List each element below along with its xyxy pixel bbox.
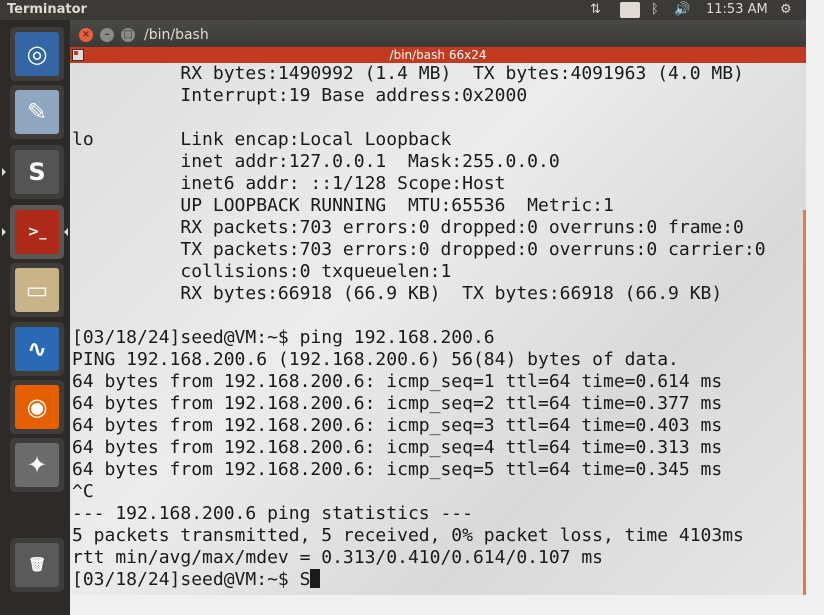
terminal-line: PING 192.168.200.6 (192.168.200.6) 56(84… xyxy=(72,349,679,370)
launcher-item[interactable]: ◉ xyxy=(10,380,64,434)
window-minimize-button[interactable]: – xyxy=(100,28,114,42)
terminal-line: Interrupt:19 Base address:0x2000 xyxy=(72,85,528,106)
terminal-line: 64 bytes from 192.168.200.6: icmp_seq=4 … xyxy=(72,437,723,458)
running-indicator xyxy=(2,228,6,236)
terminal-line: [03/18/24]seed@VM:~$ ping 192.168.200.6 xyxy=(72,327,495,348)
window-close-button[interactable]: × xyxy=(79,28,93,42)
sublime-text-icon: S xyxy=(15,150,59,194)
launcher-item[interactable]: >_ xyxy=(10,205,64,259)
launcher-item[interactable]: ▭ xyxy=(10,263,64,317)
terminal-size-title: /bin/bash 66x24 xyxy=(389,48,487,62)
launcher-item[interactable]: ∿ xyxy=(10,322,64,376)
text-cursor xyxy=(310,569,321,588)
terminal-line: 64 bytes from 192.168.200.6: icmp_seq=5 … xyxy=(72,459,723,480)
window-title: /bin/bash xyxy=(144,27,209,43)
file-manager-icon: ▭ xyxy=(15,268,59,312)
window-titlebar[interactable]: × – □ /bin/bash xyxy=(70,20,806,47)
terminal-line: --- 192.168.200.6 ping statistics --- xyxy=(72,503,473,524)
terminal-line: ^C xyxy=(72,481,94,502)
volume-icon[interactable]: 🔊 xyxy=(674,2,690,18)
active-app-title: Terminator xyxy=(7,2,87,17)
terminal-line: UP LOOPBACK RUNNING MTU:65536 Metric:1 xyxy=(72,195,614,216)
terminal-line: RX bytes:66918 (66.9 KB) TX bytes:66918 … xyxy=(72,283,723,304)
terminal-line: 64 bytes from 192.168.200.6: icmp_seq=1 … xyxy=(72,371,723,392)
terminal-line: inet addr:127.0.0.1 Mask:255.0.0.0 xyxy=(72,151,560,172)
firefox-icon: ◉ xyxy=(15,385,59,429)
launcher-item[interactable]: ✎ xyxy=(10,85,64,139)
terminal-line: 64 bytes from 192.168.200.6: icmp_seq=2 … xyxy=(72,393,723,414)
terminator-icon: >_ xyxy=(15,210,59,254)
clock[interactable]: 11:53 AM xyxy=(706,2,768,18)
terminal-line: 5 packets transmitted, 5 received, 0% pa… xyxy=(72,525,744,546)
focused-indicator xyxy=(64,228,68,236)
ubuntu-dash-icon: ◎ xyxy=(15,32,59,76)
terminal-output: RX bytes:1490992 (1.4 MB) TX bytes:40919… xyxy=(72,63,766,591)
keyboard-layout-indicator[interactable]: En xyxy=(620,2,640,18)
terminal-line: rtt min/avg/max/mdev = 0.313/0.410/0.614… xyxy=(72,547,604,568)
desktop-background xyxy=(70,595,806,615)
terminal-line: TX packets:703 errors:0 dropped:0 overru… xyxy=(72,239,766,260)
terminal-line: inet6 addr: ::1/128 Scope:Host xyxy=(72,173,506,194)
terminal-line: collisions:0 txqueuelen:1 xyxy=(72,261,452,282)
top-panel: Terminator ⇅ En ᛒ 🔊 11:53 AM ⚙ xyxy=(0,0,806,20)
terminal-window: × – □ /bin/bash /bin/bash 66x24 RX bytes… xyxy=(70,20,806,595)
terminal-line: 64 bytes from 192.168.200.6: icmp_seq=3 … xyxy=(72,415,723,436)
launcher-item[interactable]: S xyxy=(10,145,64,199)
terminal-line: RX bytes:1490992 (1.4 MB) TX bytes:40919… xyxy=(72,63,744,84)
session-menu-gear-icon[interactable]: ⚙ xyxy=(780,2,792,18)
text-editor-icon: ✎ xyxy=(15,90,59,134)
system-settings-icon: ✦ xyxy=(15,443,59,487)
terminator-titlebar[interactable]: /bin/bash 66x24 xyxy=(70,47,806,63)
launcher-item[interactable]: ✦ xyxy=(10,438,64,492)
terminal-prompt-line[interactable]: [03/18/24]seed@VM:~$ S xyxy=(72,569,766,591)
launcher: ◎ ✎ S >_ ▭ ∿ ◉ ✦ 🗑 xyxy=(0,20,70,615)
window-maximize-button[interactable]: □ xyxy=(121,28,135,42)
running-indicator xyxy=(2,168,6,176)
terminal-scrollbar[interactable] xyxy=(803,210,806,595)
terminal-line: lo Link encap:Local Loopback xyxy=(72,129,452,150)
terminal-area[interactable]: RX bytes:1490992 (1.4 MB) TX bytes:40919… xyxy=(70,63,806,595)
network-icon[interactable]: ⇅ xyxy=(590,2,601,18)
launcher-item[interactable]: 🗑 xyxy=(10,538,64,592)
terminal-line: RX packets:703 errors:0 dropped:0 overru… xyxy=(72,217,744,238)
trash-icon: 🗑 xyxy=(15,543,59,587)
launcher-item[interactable]: ◎ xyxy=(10,27,64,81)
bluetooth-icon[interactable]: ᛒ xyxy=(651,2,659,18)
wireshark-icon: ∿ xyxy=(15,327,59,371)
prompt-text: [03/18/24]seed@VM:~$ S xyxy=(72,569,311,590)
